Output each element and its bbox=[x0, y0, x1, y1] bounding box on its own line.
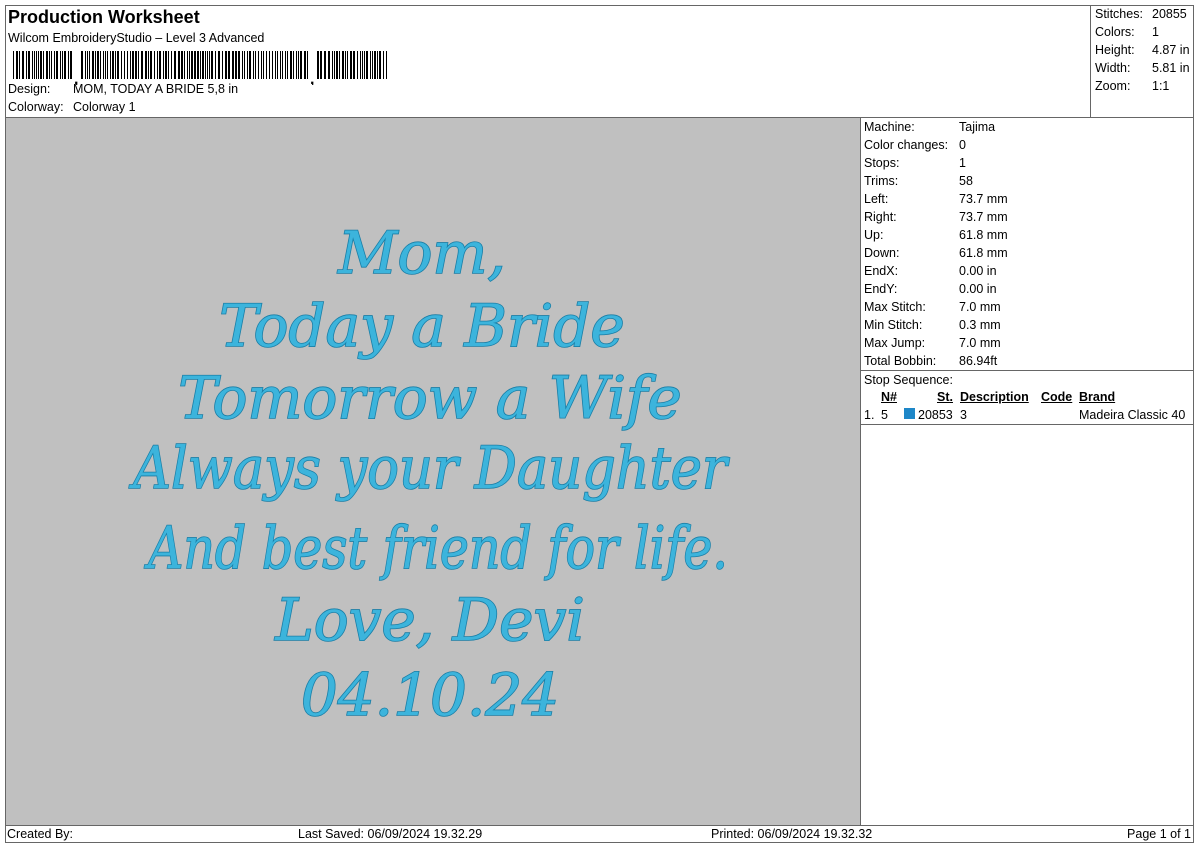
divider bbox=[861, 370, 1194, 371]
stitches-label: Stitches: bbox=[1095, 7, 1143, 21]
seq-index: 1. bbox=[864, 408, 875, 422]
design-row: Design: MOM, TODAY A BRIDE 5,8 in bbox=[8, 82, 238, 96]
stop-sequence-heading: Stop Sequence: bbox=[864, 373, 953, 387]
svg-text:,: , bbox=[310, 71, 314, 85]
width-label: Width: bbox=[1095, 61, 1131, 75]
zoom-label: Zoom: bbox=[1095, 79, 1131, 93]
seq-st: 20853 bbox=[918, 408, 953, 422]
colorway-row: Colorway: Colorway 1 bbox=[8, 100, 136, 114]
seq-brand: Madeira Classic 40 bbox=[1079, 408, 1186, 422]
machine-row-value: 0.00 in bbox=[959, 264, 997, 278]
machine-row-label: Down: bbox=[864, 246, 900, 260]
created-by: Created By: bbox=[7, 827, 74, 841]
page-title: Production Worksheet bbox=[8, 7, 200, 27]
design-line-4: Always your Daughter bbox=[128, 434, 729, 502]
machine-row-value: 0.00 in bbox=[959, 282, 997, 296]
machine-row-label: Min Stitch: bbox=[864, 318, 923, 332]
thread-swatch bbox=[904, 408, 915, 419]
machine-row: EndX: 0.00 in bbox=[864, 264, 997, 278]
machine-row: Color changes: 0 bbox=[864, 138, 966, 152]
machine-row-label: Up: bbox=[864, 228, 884, 242]
design-line-2: Today a Bride bbox=[219, 292, 624, 360]
width-value: 5.81 in bbox=[1152, 61, 1190, 75]
machine-row: Down: 61.8 mm bbox=[864, 246, 1008, 260]
height-label: Height: bbox=[1095, 43, 1135, 57]
machine-row-value: Tajima bbox=[959, 120, 996, 134]
design-line-5: And best friend for life. bbox=[144, 514, 728, 582]
col-st: St. bbox=[937, 390, 953, 404]
machine-row-label: Total Bobbin: bbox=[864, 354, 937, 368]
design-barcode: ,, bbox=[11, 51, 391, 85]
col-code: Code bbox=[1041, 390, 1073, 404]
design-line-1: Mom, bbox=[337, 219, 506, 287]
col-brand: Brand bbox=[1079, 390, 1116, 404]
machine-row-value: 61.8 mm bbox=[959, 246, 1008, 260]
machine-row-label: Color changes: bbox=[864, 138, 949, 152]
machine-row: Max Stitch: 7.0 mm bbox=[864, 300, 1001, 314]
machine-row-value: 73.7 mm bbox=[959, 210, 1008, 224]
design-label: Design: bbox=[8, 82, 51, 96]
divider bbox=[861, 424, 1194, 425]
col-description: Description bbox=[960, 390, 1029, 404]
machine-row: Min Stitch: 0.3 mm bbox=[864, 318, 1001, 332]
design-line-6: Love, Devi bbox=[274, 586, 585, 654]
design-value: MOM, TODAY A BRIDE 5,8 in bbox=[73, 82, 239, 96]
machine-row: Max Jump: 7.0 mm bbox=[864, 336, 1001, 350]
machine-row-value: 0 bbox=[959, 138, 966, 152]
machine-row: Trims: 58 bbox=[864, 174, 973, 188]
design-line-7: 04.10.24 bbox=[301, 661, 559, 729]
machine-row-value: 86.94ft bbox=[959, 354, 998, 368]
machine-row-value: 58 bbox=[959, 174, 973, 188]
worksheet-footer: Created By: Last Saved: 06/09/2024 19.32… bbox=[5, 825, 1194, 843]
machine-row-value: 0.3 mm bbox=[959, 318, 1001, 332]
colors-label: Colors: bbox=[1095, 25, 1135, 39]
colorway-label: Colorway: bbox=[8, 100, 64, 114]
page-number: Page 1 of 1 bbox=[1127, 827, 1191, 841]
design-preview: Mom, Today a Bride Tomorrow a Wife Alway… bbox=[6, 118, 860, 825]
machine-row-label: Max Jump: bbox=[864, 336, 926, 350]
machine-row-label: Machine: bbox=[864, 120, 915, 134]
stitches-value: 20855 bbox=[1152, 7, 1187, 21]
machine-row-label: Left: bbox=[864, 192, 889, 206]
machine-row: Up: 61.8 mm bbox=[864, 228, 1008, 242]
machine-row-value: 7.0 mm bbox=[959, 336, 1001, 350]
machine-row: Left: 73.7 mm bbox=[864, 192, 1008, 206]
col-n: N# bbox=[881, 390, 897, 404]
machine-row-label: Max Stitch: bbox=[864, 300, 926, 314]
stats-box: Stitches: 20855 Colors: 1 Height: 4.87 in W… bbox=[1091, 5, 1194, 118]
software-name: Wilcom EmbroideryStudio – Level 3 Advanc… bbox=[8, 31, 265, 45]
printed-date: Printed: 06/09/2024 19.32.32 bbox=[711, 827, 873, 841]
machine-panel: Machine: Tajima Color changes: 0 Stops: 1 Trim… bbox=[860, 118, 1194, 825]
machine-row-label: Right: bbox=[864, 210, 897, 224]
machine-row: EndY: 0.00 in bbox=[864, 282, 997, 296]
machine-row-value: 7.0 mm bbox=[959, 300, 1001, 314]
machine-row: Machine: Tajima bbox=[864, 120, 995, 134]
machine-row: Right: 73.7 mm bbox=[864, 210, 1008, 224]
machine-row-label: EndX: bbox=[864, 264, 899, 278]
last-saved: Last Saved: 06/09/2024 19.32.29 bbox=[298, 827, 483, 841]
machine-row-value: 73.7 mm bbox=[959, 192, 1008, 206]
zoom-value: 1:1 bbox=[1152, 79, 1170, 93]
machine-row: Total Bobbin: 86.94ft bbox=[864, 354, 997, 368]
colors-value: 1 bbox=[1152, 25, 1159, 39]
seq-description: 3 bbox=[960, 408, 967, 422]
worksheet-header: Production Worksheet Wilcom EmbroiderySt… bbox=[5, 5, 1091, 118]
machine-row-label: EndY: bbox=[864, 282, 898, 296]
design-line-3: Tomorrow a Wife bbox=[178, 364, 681, 432]
machine-row-value: 61.8 mm bbox=[959, 228, 1008, 242]
height-value: 4.87 in bbox=[1152, 43, 1190, 57]
seq-n: 5 bbox=[881, 408, 888, 422]
machine-row-value: 1 bbox=[959, 156, 966, 170]
machine-row-label: Trims: bbox=[864, 174, 899, 188]
machine-row-label: Stops: bbox=[864, 156, 900, 170]
machine-row: Stops: 1 bbox=[864, 156, 966, 170]
colorway-value: Colorway 1 bbox=[73, 100, 136, 114]
